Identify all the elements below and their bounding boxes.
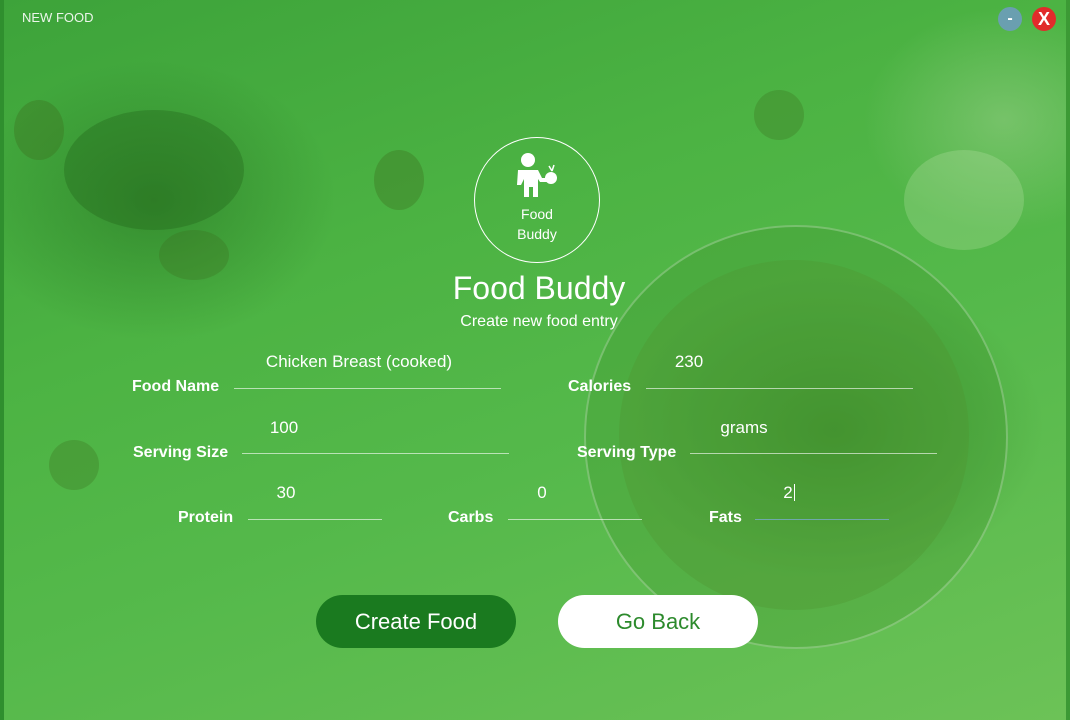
serving-size-underline (242, 453, 509, 454)
serving-type-input[interactable]: grams (694, 418, 794, 438)
background-leaf (64, 110, 244, 230)
logo-text-line2: Buddy (517, 226, 557, 242)
background-tomato (14, 100, 64, 160)
logo-text: Food Buddy (475, 204, 599, 244)
protein-input[interactable]: 30 (266, 483, 306, 503)
close-button[interactable]: X (1032, 7, 1056, 31)
app-title: Food Buddy (452, 270, 626, 306)
carbs-label: Carbs (448, 509, 494, 526)
background-herb (904, 150, 1024, 250)
food-name-input[interactable]: Chicken Breast (cooked) (234, 352, 484, 372)
fats-label-text: Fats (709, 509, 742, 526)
fats-label: Fats (709, 509, 742, 527)
fats-input-value: 2 (783, 483, 793, 502)
person-eating-icon (517, 153, 557, 197)
food-name-underline (234, 388, 501, 389)
create-food-button[interactable]: Create Food (316, 595, 516, 648)
fats-input[interactable]: 2 (774, 483, 804, 503)
background-tomato (374, 150, 424, 210)
protein-underline (248, 519, 382, 520)
calories-label: Calories (568, 378, 632, 395)
calories-input[interactable]: 230 (644, 352, 734, 372)
window-title: NEW FOOD (22, 10, 94, 25)
fats-underline (755, 519, 889, 520)
carbs-input[interactable]: 0 (522, 483, 562, 503)
minimize-button[interactable]: - (998, 7, 1022, 31)
logo-text-line1: Food (521, 206, 553, 222)
background-tomato (49, 440, 99, 490)
calories-underline (646, 388, 913, 389)
background-tomato (754, 90, 804, 140)
text-cursor (793, 484, 795, 501)
serving-type-underline (690, 453, 937, 454)
food-buddy-logo: Food Buddy (474, 137, 600, 263)
food-name-label: Food Name (132, 378, 220, 395)
serving-size-label: Serving Size (133, 444, 229, 461)
page-subtitle: Create new food entry (460, 313, 618, 330)
window-border-right (1066, 0, 1070, 720)
go-back-button[interactable]: Go Back (558, 595, 758, 648)
serving-type-label: Serving Type (577, 444, 677, 461)
new-food-window: NEW FOOD - X Food Buddy Food Buddy Creat… (4, 0, 1066, 720)
serving-size-input[interactable]: 100 (244, 418, 324, 438)
protein-label: Protein (178, 509, 234, 526)
carbs-underline (508, 519, 642, 520)
